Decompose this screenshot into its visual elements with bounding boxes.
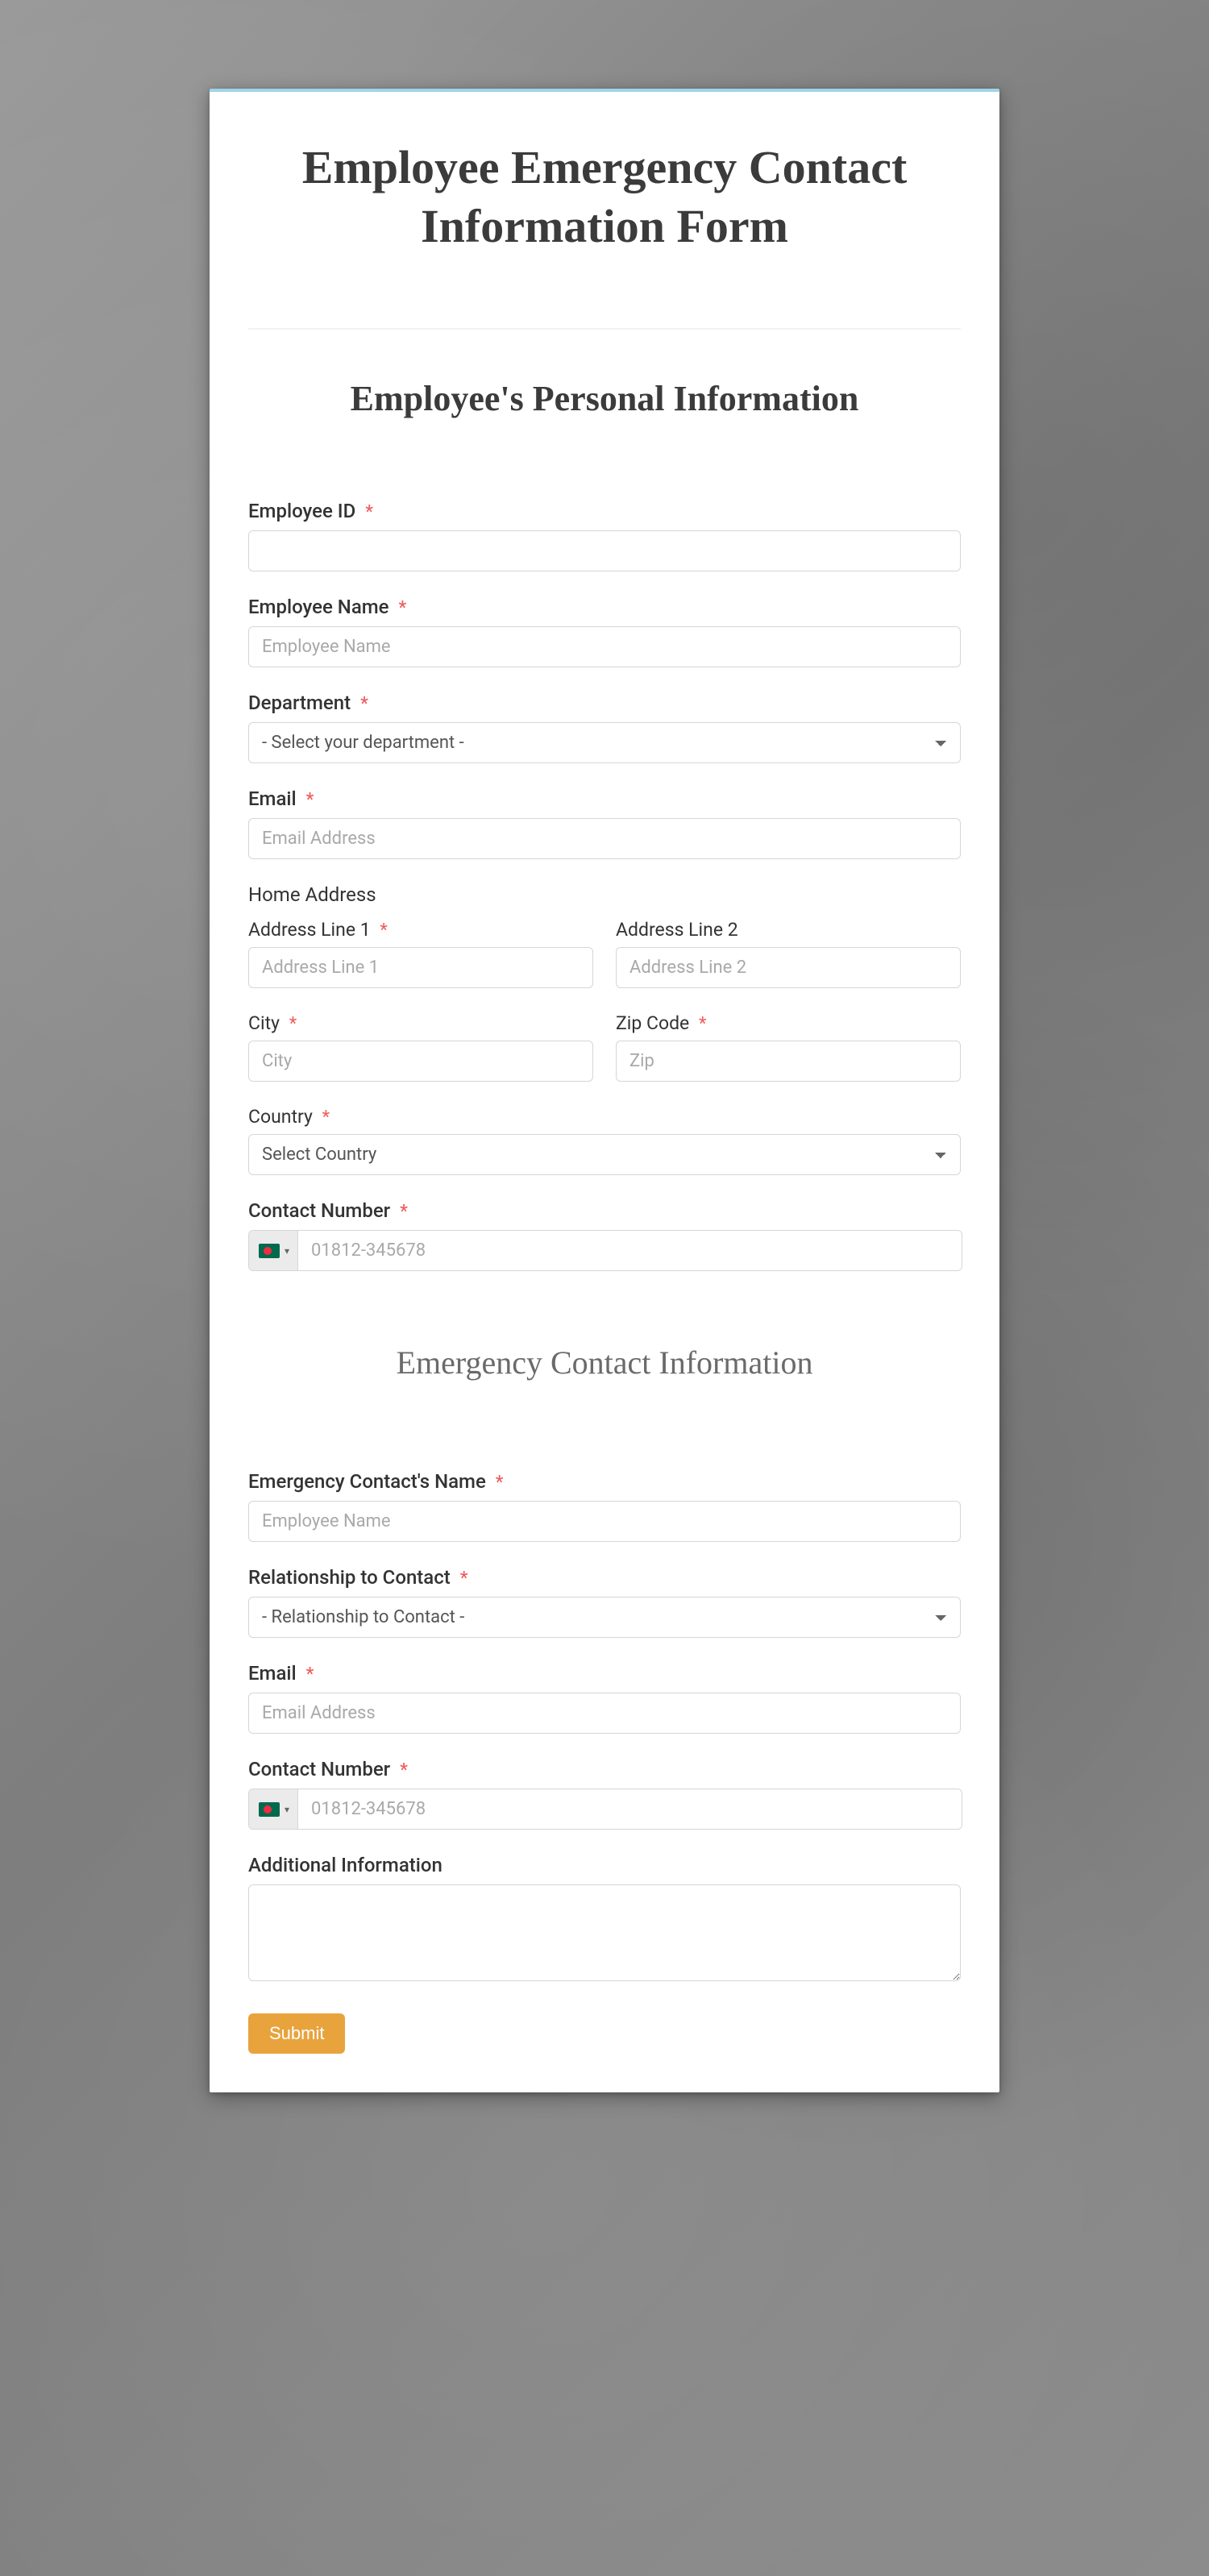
chevron-down-icon: ▾ xyxy=(285,1804,289,1815)
label-employee-name-text: Employee Name xyxy=(248,596,389,618)
required-marker: * xyxy=(400,1202,408,1222)
section-emergency-title: Emergency Contact Information xyxy=(248,1344,961,1381)
row-address-lines: Address Line 1 * Address Line 2 xyxy=(248,919,961,1012)
label-ec-contact-number-text: Contact Number xyxy=(248,1758,390,1780)
field-country: Country * Select Country xyxy=(248,1106,961,1175)
required-marker: * xyxy=(306,790,314,810)
form-title: Employee Emergency Contact Information F… xyxy=(248,139,961,256)
required-marker: * xyxy=(365,502,373,522)
label-address2: Address Line 2 xyxy=(616,919,961,941)
label-contact-number-text: Contact Number xyxy=(248,1199,390,1222)
label-ec-name: Emergency Contact's Name * xyxy=(248,1470,961,1493)
form-card: Employee Emergency Contact Information F… xyxy=(210,89,999,2092)
label-home-address: Home Address xyxy=(248,883,961,906)
select-relationship[interactable]: - Relationship to Contact - xyxy=(248,1597,961,1638)
label-department-text: Department xyxy=(248,692,351,714)
label-zip-text: Zip Code xyxy=(616,1012,689,1034)
label-city-text: City xyxy=(248,1012,280,1034)
label-employee-name: Employee Name * xyxy=(248,596,961,618)
label-department: Department * xyxy=(248,692,961,714)
input-contact-number[interactable] xyxy=(298,1231,962,1270)
input-address2[interactable] xyxy=(616,947,961,988)
select-department[interactable]: - Select your department - xyxy=(248,722,961,763)
input-employee-id[interactable] xyxy=(248,530,961,571)
label-employee-id: Employee ID * xyxy=(248,500,961,522)
input-city[interactable] xyxy=(248,1041,593,1082)
flag-icon xyxy=(259,1244,280,1258)
label-relationship-text: Relationship to Contact xyxy=(248,1566,451,1589)
label-city: City * xyxy=(248,1012,593,1034)
required-marker: * xyxy=(306,1664,314,1685)
chevron-down-icon: ▾ xyxy=(285,1245,289,1257)
input-ec-contact-number[interactable] xyxy=(298,1789,962,1829)
field-contact-number: Contact Number * ▾ xyxy=(248,1199,961,1271)
label-employee-id-text: Employee ID xyxy=(248,500,355,522)
field-city: City * xyxy=(248,1012,593,1082)
textarea-additional-info[interactable] xyxy=(248,1884,961,1981)
field-ec-email: Email * xyxy=(248,1662,961,1734)
input-address1[interactable] xyxy=(248,947,593,988)
field-relationship: Relationship to Contact * - Relationship… xyxy=(248,1566,961,1638)
divider xyxy=(248,328,961,330)
field-address1: Address Line 1 * xyxy=(248,919,593,988)
label-ec-email: Email * xyxy=(248,1662,961,1685)
input-ec-name[interactable] xyxy=(248,1501,961,1542)
input-email[interactable] xyxy=(248,818,961,859)
required-marker: * xyxy=(496,1473,504,1493)
label-ec-email-text: Email xyxy=(248,1662,297,1685)
input-employee-name[interactable] xyxy=(248,626,961,667)
field-address2: Address Line 2 xyxy=(616,919,961,988)
phone-input-wrap: ▾ xyxy=(248,1230,962,1271)
required-marker: * xyxy=(380,920,387,941)
label-country-text: Country xyxy=(248,1106,313,1128)
required-marker: * xyxy=(400,1760,408,1780)
label-zip: Zip Code * xyxy=(616,1012,961,1034)
required-marker: * xyxy=(398,598,406,618)
label-additional-info: Additional Information xyxy=(248,1854,961,1876)
label-address1-text: Address Line 1 xyxy=(248,919,371,941)
field-zip: Zip Code * xyxy=(616,1012,961,1082)
required-marker: * xyxy=(322,1107,330,1128)
label-contact-number: Contact Number * xyxy=(248,1199,961,1222)
required-marker: * xyxy=(360,694,368,714)
ec-country-code-selector[interactable]: ▾ xyxy=(249,1789,298,1829)
field-ec-contact-number: Contact Number * ▾ xyxy=(248,1758,961,1830)
required-marker: * xyxy=(289,1014,297,1034)
input-zip[interactable] xyxy=(616,1041,961,1082)
required-marker: * xyxy=(699,1014,706,1034)
field-additional-info: Additional Information xyxy=(248,1854,961,1984)
label-country: Country * xyxy=(248,1106,961,1128)
country-code-selector[interactable]: ▾ xyxy=(249,1231,298,1270)
label-email: Email * xyxy=(248,787,961,810)
flag-icon xyxy=(259,1802,280,1817)
row-city-zip: City * Zip Code * xyxy=(248,1012,961,1106)
label-email-text: Email xyxy=(248,787,297,810)
label-ec-contact-number: Contact Number * xyxy=(248,1758,961,1780)
input-ec-email[interactable] xyxy=(248,1693,961,1734)
label-ec-name-text: Emergency Contact's Name xyxy=(248,1470,486,1493)
field-employee-id: Employee ID * xyxy=(248,500,961,571)
select-country[interactable]: Select Country xyxy=(248,1134,961,1175)
ec-phone-input-wrap: ▾ xyxy=(248,1789,962,1830)
label-address1: Address Line 1 * xyxy=(248,919,593,941)
submit-button[interactable]: Submit xyxy=(248,2013,345,2054)
field-email: Email * xyxy=(248,787,961,859)
field-home-address-group: Home Address xyxy=(248,883,961,906)
section-personal-title: Employee's Personal Information xyxy=(248,378,961,419)
field-employee-name: Employee Name * xyxy=(248,596,961,667)
field-ec-name: Emergency Contact's Name * xyxy=(248,1470,961,1542)
label-relationship: Relationship to Contact * xyxy=(248,1566,961,1589)
field-department: Department * - Select your department - xyxy=(248,692,961,763)
required-marker: * xyxy=(460,1568,468,1589)
